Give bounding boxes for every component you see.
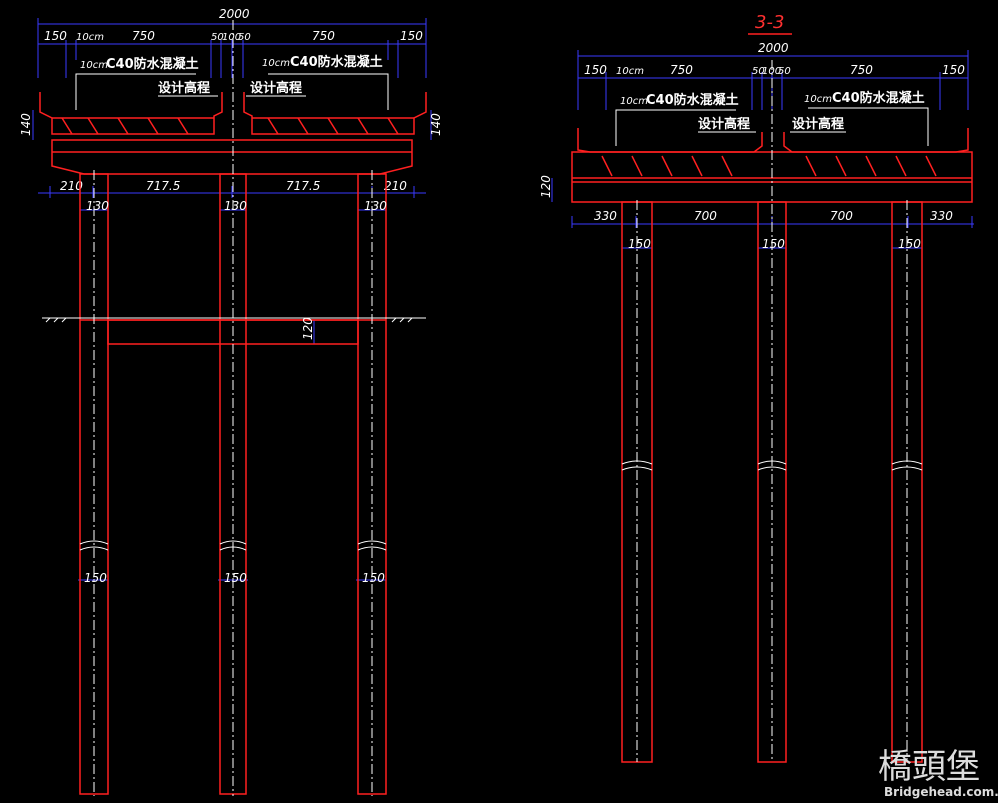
left-cap-beam — [51, 139, 413, 175]
left-dim-cap-2: 717.5 — [146, 179, 180, 193]
cad-drawing-canvas[interactable]: 2000 150 10cm 750 50 100 50 750 150 10cm… — [0, 0, 998, 803]
right-dim-cap-4: 330 — [930, 209, 953, 223]
left-axes — [93, 20, 373, 796]
left-dim-seg-8: 150 — [400, 29, 423, 43]
right-dim-seg-1: 150 — [584, 63, 607, 77]
right-dim-cap-1: 330 — [594, 209, 617, 223]
left-view: 2000 150 10cm 750 50 100 50 750 150 10cm… — [19, 7, 443, 796]
left-note-concrete-r: C40防水混凝土 — [290, 54, 383, 70]
drawing-svg: 2000 150 10cm 750 50 100 50 750 150 10cm… — [19, 7, 998, 799]
left-note-concrete-l: C40防水混凝土 — [106, 56, 199, 72]
right-dim-cap-3: 700 — [830, 209, 853, 223]
left-dim-pile-bot-2: 150 — [224, 571, 247, 585]
left-dim-pile-bot-1: 150 — [84, 571, 107, 585]
left-dim-pile-top-2: 130 — [224, 199, 247, 213]
right-note-concrete-l: C40防水混凝土 — [646, 92, 739, 108]
right-dim-seg-3: 750 — [670, 63, 693, 77]
left-dim-cap-3: 717.5 — [286, 179, 320, 193]
left-dim-seg-2: 10cm — [76, 32, 104, 43]
right-axes — [636, 60, 908, 762]
right-view: 3-3 2000 150 10cm 750 50 100 50 750 150 … — [539, 12, 974, 763]
left-dim-pile-bot-3: 150 — [362, 571, 385, 585]
left-dim-cap-4: 210 — [384, 179, 407, 193]
left-dim-tie: 120 — [301, 317, 315, 340]
right-dim-pile-3: 150 — [898, 237, 921, 251]
left-note-prefix-r: 10cm — [262, 58, 290, 69]
left-dim-seg-1: 150 — [44, 29, 67, 43]
right-view-title: 3-3 — [755, 12, 784, 33]
left-dim-pile-top-3: 130 — [364, 199, 387, 213]
right-note-elev-l: 设计高程 — [698, 116, 750, 132]
right-note-concrete-r: C40防水混凝土 — [832, 90, 925, 106]
left-note-elev-l: 设计高程 — [158, 80, 210, 96]
watermark-url: Bridgehead.com.cn — [884, 785, 998, 799]
right-dim-seg-6: 50 — [778, 66, 791, 77]
right-dim-cap-2: 700 — [694, 209, 717, 223]
right-note-elev-r: 设计高程 — [792, 116, 844, 132]
right-note-prefix-l: 10cm — [620, 96, 648, 107]
left-note-elev-r: 设计高程 — [250, 80, 302, 96]
right-dim-side: 120 — [539, 175, 553, 198]
left-dim-pile-top-1: 130 — [86, 199, 109, 213]
watermark: 橋頭堡 Bridgehead.com.cn — [878, 747, 998, 799]
left-dim-seg-6: 50 — [238, 32, 251, 43]
watermark-logo: 橋頭堡 — [878, 747, 980, 787]
right-dim-seg-7: 750 — [850, 63, 873, 77]
right-dim-seg-2: 10cm — [616, 66, 644, 77]
left-note-leaders — [75, 73, 389, 110]
left-dim-lines — [32, 18, 432, 581]
right-dim-pile-2: 150 — [762, 237, 785, 251]
right-dim-seg-8: 150 — [942, 63, 965, 77]
left-dim-side-l: 140 — [19, 113, 33, 136]
left-dim-seg-3: 750 — [132, 29, 155, 43]
right-dim-total: 2000 — [758, 41, 789, 55]
left-dim-side-r: 140 — [429, 113, 443, 136]
right-dim-pile-1: 150 — [628, 237, 651, 251]
left-note-prefix-l: 10cm — [80, 60, 108, 71]
right-note-prefix-r: 10cm — [804, 94, 832, 105]
left-dim-total: 2000 — [219, 7, 250, 21]
left-dim-seg-7: 750 — [312, 29, 335, 43]
